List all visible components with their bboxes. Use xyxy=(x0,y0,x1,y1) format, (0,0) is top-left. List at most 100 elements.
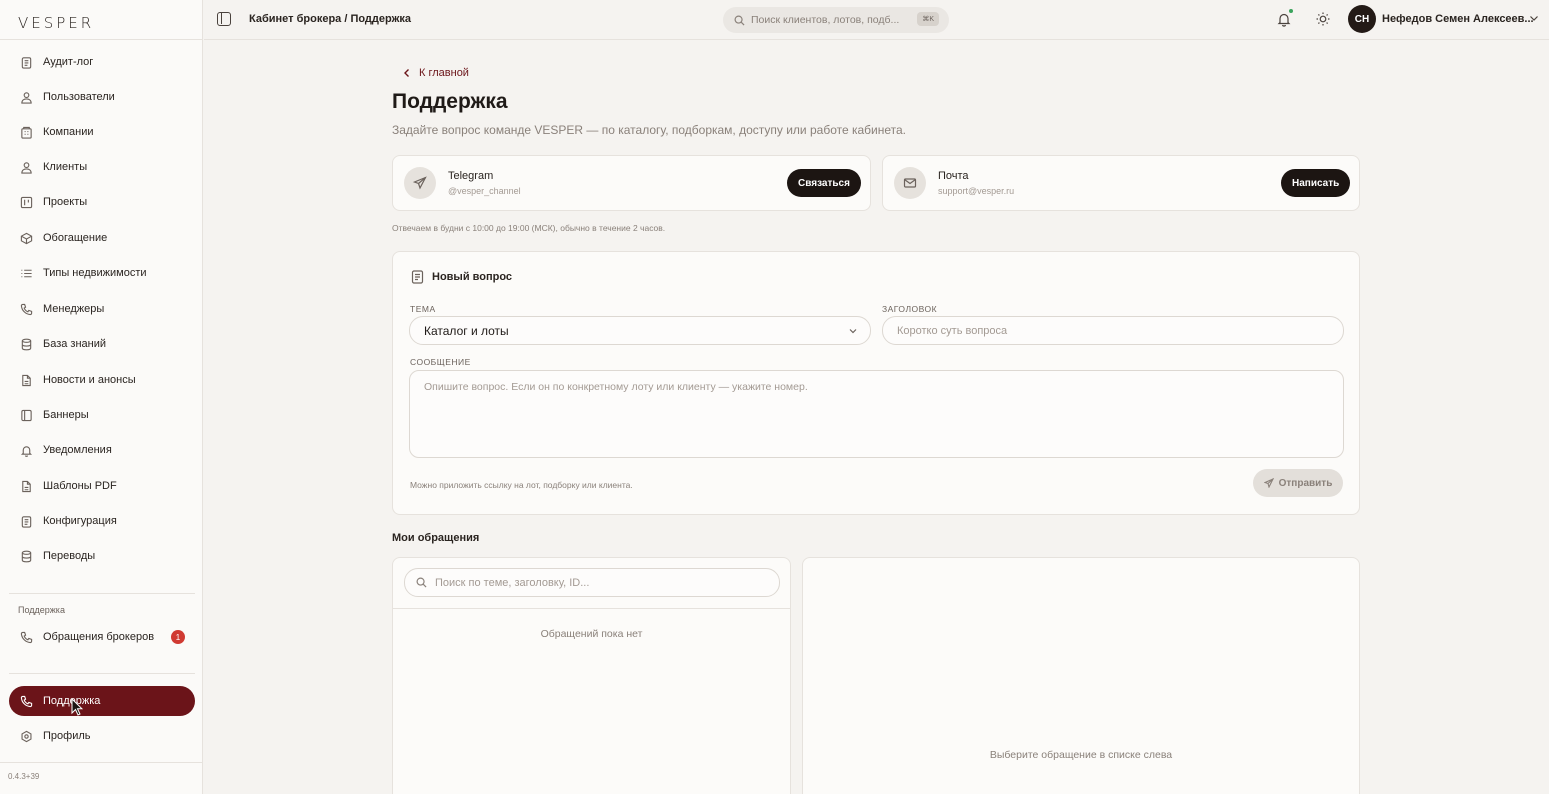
topic-label: ТЕМА xyxy=(410,304,436,314)
contact-name: Telegram xyxy=(448,170,494,182)
sidebar-item-label: Пользователи xyxy=(43,91,115,103)
chevron-down-icon[interactable] xyxy=(1528,12,1540,24)
sidebar-item-label: База знаний xyxy=(43,338,107,350)
phone-icon xyxy=(19,694,33,708)
sidebar: VESPER Аудит-лог Пользователи Компании К… xyxy=(0,0,203,794)
subject-label: ЗАГОЛОВОК xyxy=(882,304,938,314)
sidebar-item-companies[interactable]: Компании xyxy=(9,117,195,147)
logo: VESPER xyxy=(18,14,95,32)
sidebar-item-configuration[interactable]: Конфигурация xyxy=(9,506,195,536)
tickets-section-title: Мои обращения xyxy=(392,532,480,544)
submit-button[interactable]: Отправить xyxy=(1253,469,1343,497)
chevron-left-icon xyxy=(404,69,409,77)
breadcrumb: Кабинет брокера / Поддержка xyxy=(249,13,412,25)
ticket-detail-panel: Выберите обращение в списке слева xyxy=(802,557,1360,794)
sidebar-item-enrichment[interactable]: Обогащение xyxy=(9,223,195,253)
theme-toggle-sun-icon[interactable] xyxy=(1315,11,1331,27)
contact-email-button[interactable]: Написать xyxy=(1281,169,1351,197)
sidebar-item-support[interactable]: Поддержка xyxy=(9,686,195,716)
clipboard-icon xyxy=(19,55,33,69)
sidebar-item-notifications[interactable]: Уведомления xyxy=(9,435,195,465)
tickets-search-input[interactable]: Поиск по теме, заголовку, ID... xyxy=(404,568,780,597)
contact-telegram-button[interactable]: Связаться xyxy=(787,169,861,197)
divider xyxy=(393,608,790,609)
box-icon xyxy=(19,231,33,245)
sidebar-item-label: Шаблоны PDF xyxy=(43,480,117,492)
divider xyxy=(9,673,195,674)
tickets-list-panel: Поиск по теме, заголовку, ID... Обращени… xyxy=(392,557,791,794)
sidebar-item-projects[interactable]: Проекты xyxy=(9,187,195,217)
form-title: Новый вопрос xyxy=(432,271,513,283)
sidebar-item-news[interactable]: Новости и анонсы xyxy=(9,365,195,395)
sidebar-item-clients[interactable]: Клиенты xyxy=(9,152,195,182)
topic-select[interactable]: Каталог и лоты xyxy=(409,316,871,345)
sidebar-item-pdf-templates[interactable]: Шаблоны PDF xyxy=(9,471,195,501)
sidebar-item-profile[interactable]: Профиль xyxy=(9,721,195,751)
sidebar-item-users[interactable]: Пользователи xyxy=(9,82,195,112)
sidebar-item-banners[interactable]: Баннеры xyxy=(9,400,195,430)
sidebar-item-label: Профиль xyxy=(43,730,91,742)
telegram-send-icon xyxy=(404,167,436,199)
mail-icon xyxy=(894,167,926,199)
back-link[interactable]: К главной xyxy=(403,67,469,79)
phone-icon xyxy=(19,302,33,316)
sidebar-item-label: Переводы xyxy=(43,550,96,562)
contact-card-email: Почта support@vesper.ru Написать xyxy=(882,155,1360,211)
sidebar-item-label: Конфигурация xyxy=(43,515,117,527)
sidebar-item-label: Обогащение xyxy=(43,232,108,244)
send-icon xyxy=(1263,478,1274,488)
kanban-icon xyxy=(19,195,33,209)
sidebar-item-label: Баннеры xyxy=(43,409,89,421)
user-icon xyxy=(19,90,33,104)
sidebar-item-translations[interactable]: Переводы xyxy=(9,541,195,571)
phone-icon xyxy=(19,630,33,644)
user-name[interactable]: Нефедов Семен Алексеев... xyxy=(1382,13,1534,25)
topic-value: Каталог и лоты xyxy=(424,323,509,338)
sidebar-item-managers[interactable]: Менеджеры xyxy=(9,294,195,324)
chevron-down-icon xyxy=(849,329,857,334)
submit-label: Отправить xyxy=(1278,477,1333,489)
form-note: Можно приложить ссылку на лот, подборку … xyxy=(410,480,633,490)
sidebar-item-property-types[interactable]: Типы недвижимости xyxy=(9,258,195,288)
file-icon xyxy=(19,479,33,493)
contact-name: Почта xyxy=(938,170,969,182)
sidebar-item-label: Обращения брокеров xyxy=(43,631,155,643)
sidebar-section-label: Поддержка xyxy=(18,605,65,615)
sidebar-toggle-icon[interactable] xyxy=(217,12,231,26)
file-icon xyxy=(19,373,33,387)
divider xyxy=(9,593,195,594)
building-icon xyxy=(19,125,33,139)
clipboard-icon xyxy=(19,514,33,528)
sidebar-item-label: Аудит-лог xyxy=(43,56,94,68)
tickets-search-placeholder: Поиск по теме, заголовку, ID... xyxy=(435,576,590,589)
sidebar-item-label: Уведомления xyxy=(43,444,112,456)
global-search-input[interactable]: Поиск клиентов, лотов, подб... ⌘K xyxy=(723,7,949,33)
sidebar-item-label: Менеджеры xyxy=(43,303,105,315)
notification-dot xyxy=(1289,9,1293,13)
support-hours-hint: Отвечаем в будни с 10:00 до 19:00 (МСК),… xyxy=(392,223,666,233)
document-icon xyxy=(411,270,424,284)
sidebar-item-label: Компании xyxy=(43,126,94,138)
message-placeholder: Опишите вопрос. Если он по конкретному л… xyxy=(424,381,808,393)
sidebar-item-label: Новости и анонсы xyxy=(43,374,136,386)
sidebar-item-knowledge-base[interactable]: База знаний xyxy=(9,329,195,359)
top-bar: Кабинет брокера / Поддержка Поиск клиент… xyxy=(204,0,1549,40)
sidebar-item-broker-requests[interactable]: Обращения брокеров 1 xyxy=(9,622,195,652)
avatar[interactable]: СН xyxy=(1348,5,1376,33)
contact-handle: support@vesper.ru xyxy=(938,186,1015,196)
message-textarea[interactable]: Опишите вопрос. Если он по конкретному л… xyxy=(409,370,1344,458)
user-icon xyxy=(19,160,33,174)
settings-icon xyxy=(19,729,33,743)
search-placeholder: Поиск клиентов, лотов, подб... xyxy=(751,14,900,26)
notifications-bell-icon[interactable] xyxy=(1276,11,1292,27)
empty-list-message: Обращений пока нет xyxy=(540,628,643,640)
page-title: Поддержка xyxy=(392,90,508,113)
subject-input[interactable]: Коротко суть вопроса xyxy=(882,316,1344,345)
search-icon xyxy=(416,577,427,588)
search-shortcut: ⌘K xyxy=(917,12,939,26)
sidebar-item-audit-log[interactable]: Аудит-лог xyxy=(9,47,195,77)
form-heading: Новый вопрос xyxy=(411,270,512,284)
count-badge: 1 xyxy=(171,630,185,644)
search-icon xyxy=(734,15,745,26)
sidebar-item-label: Клиенты xyxy=(43,161,88,173)
